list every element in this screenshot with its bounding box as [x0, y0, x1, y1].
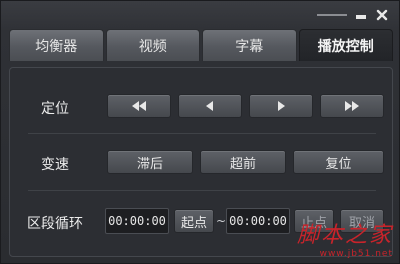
loop-start-time-field[interactable]: 00:00:00	[105, 208, 169, 234]
time-range-separator: ~	[216, 214, 227, 228]
minimize-icon	[356, 15, 366, 19]
step-back-button[interactable]	[178, 94, 242, 118]
title-bar-controls	[317, 8, 389, 22]
step-back-icon	[206, 101, 213, 111]
fast-forward-button[interactable]	[320, 94, 384, 118]
watermark-url: www.jb51.net	[319, 249, 393, 259]
tab-video[interactable]: 视频	[105, 29, 200, 61]
site-watermark: 脚本之家 www.jb51.net	[297, 217, 393, 259]
reset-speed-button[interactable]: 复位	[293, 150, 384, 174]
close-icon	[376, 9, 388, 21]
set-start-point-button[interactable]: 起点	[174, 209, 214, 233]
playback-control-window: 均衡器 视频 字幕 播放控制 定位 变速 滞后 超前 复位 区段循环 00:00…	[0, 0, 400, 264]
minimize-button[interactable]	[354, 8, 368, 22]
faster-button[interactable]: 超前	[200, 150, 286, 174]
row-divider	[28, 133, 376, 134]
tab-equalizer[interactable]: 均衡器	[9, 29, 104, 61]
step-forward-button[interactable]	[249, 94, 313, 118]
watermark-logo-text: 脚本之家	[296, 223, 393, 248]
slower-button[interactable]: 滞后	[107, 150, 193, 174]
tab-subtitles[interactable]: 字幕	[202, 29, 297, 61]
fast-forward-icon	[345, 101, 359, 111]
close-button[interactable]	[375, 8, 389, 22]
title-bar-grip	[317, 14, 347, 16]
step-forward-icon	[278, 101, 285, 111]
tab-playback-control[interactable]: 播放控制	[298, 29, 393, 61]
loop-end-time-field[interactable]: 00:00:00	[226, 208, 290, 234]
tab-bar: 均衡器 视频 字幕 播放控制	[9, 29, 393, 61]
row-divider	[28, 190, 376, 191]
rewind-button[interactable]	[107, 94, 171, 118]
positioning-label: 定位	[41, 101, 69, 117]
rewind-icon	[132, 101, 146, 111]
speed-label: 变速	[41, 157, 69, 173]
loop-section-label: 区段循环	[27, 216, 83, 232]
